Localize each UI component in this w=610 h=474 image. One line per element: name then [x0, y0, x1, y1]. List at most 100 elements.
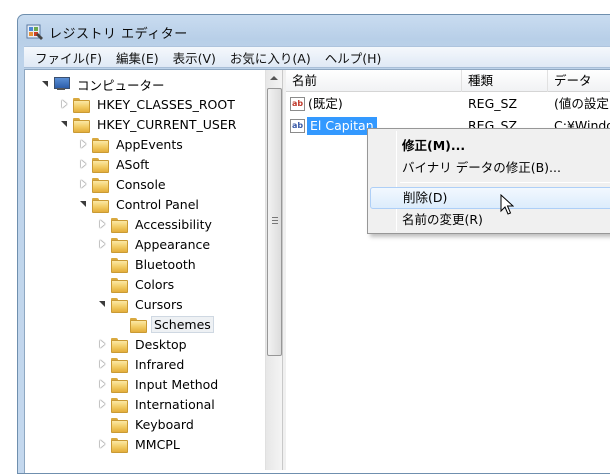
- context-rename[interactable]: 名前の変更(R): [370, 209, 610, 231]
- menu-edit[interactable]: 編集(E): [109, 48, 166, 67]
- value-type: REG_SZ: [468, 96, 518, 111]
- folder-icon: [92, 197, 109, 213]
- menu-file[interactable]: ファイル(F): [28, 48, 109, 67]
- mouse-pointer-icon: [500, 194, 514, 215]
- folder-icon: [111, 437, 128, 453]
- value-name: (既定): [308, 96, 343, 111]
- folder-icon: [73, 117, 90, 133]
- folder-icon: [73, 97, 90, 113]
- string-value-icon: ab: [290, 119, 305, 133]
- tree-item-keyboard[interactable]: Keyboard: [98, 414, 197, 434]
- context-modify-binary[interactable]: バイナリ データの修正(B)...: [370, 157, 610, 179]
- column-header-data[interactable]: データ: [548, 70, 610, 92]
- tree-item-computer[interactable]: コンピューター: [41, 74, 168, 94]
- scroll-up-arrow-icon[interactable]: [266, 70, 282, 86]
- value-data: (値の設定な: [554, 96, 610, 111]
- tree-item-appearance[interactable]: Appearance: [98, 234, 213, 254]
- tree-item-label: Console: [116, 176, 166, 192]
- tree-item-label: Desktop: [135, 336, 187, 352]
- tree-item-label: MMCPL: [135, 436, 180, 452]
- context-delete[interactable]: 削除(D): [370, 187, 610, 209]
- menu-view[interactable]: 表示(V): [166, 48, 223, 67]
- tree-item-accessibility[interactable]: Accessibility: [98, 214, 215, 234]
- folder-icon: [92, 177, 109, 193]
- tree-item-label: Bluetooth: [135, 256, 196, 272]
- tree-item-label: Control Panel: [116, 196, 199, 212]
- tree-item-bluetooth[interactable]: Bluetooth: [98, 254, 199, 274]
- tree-item-hkey-classes-root[interactable]: HKEY_CLASSES_ROOT: [60, 94, 238, 114]
- tree-item-label: コンピューター: [77, 77, 165, 93]
- folder-icon: [111, 277, 128, 293]
- tree-item-console[interactable]: Console: [79, 174, 169, 194]
- folder-icon: [111, 257, 128, 273]
- column-header-name[interactable]: 名前: [286, 70, 462, 92]
- menu-bar: ファイル(F) 編集(E) 表示(V) お気に入り(A) ヘルプ(H): [24, 46, 610, 68]
- tree-item-label: Keyboard: [135, 416, 194, 432]
- tree-item-cursors[interactable]: Cursors: [98, 294, 186, 314]
- value-row[interactable]: ab (既定) REG_SZ (値の設定な: [286, 94, 610, 114]
- registry-editor-window: レジストリ エディター ファイル(F) 編集(E) 表示(V) お気に入り(A)…: [17, 14, 610, 474]
- menu-help[interactable]: ヘルプ(H): [318, 48, 389, 67]
- registry-tree: コンピューター HKEY_CLASSES_ROOT HKEY_CURRENT_US…: [25, 70, 265, 470]
- folder-icon: [111, 297, 128, 313]
- list-header: 名前 種類 データ: [286, 70, 610, 92]
- tree-item-infrared[interactable]: Infrared: [98, 354, 187, 374]
- folder-icon: [111, 357, 128, 373]
- expand-arrow-icon[interactable]: [79, 139, 89, 149]
- expand-arrow-icon[interactable]: [79, 159, 89, 169]
- folder-icon: [111, 377, 128, 393]
- expand-arrow-icon[interactable]: [98, 219, 108, 229]
- tree-item-international[interactable]: International: [98, 394, 218, 414]
- tree-item-control-panel[interactable]: Control Panel: [79, 194, 202, 214]
- collapse-arrow-icon[interactable]: [79, 199, 89, 209]
- tree-item-label: Accessibility: [135, 216, 212, 232]
- expand-arrow-icon[interactable]: [60, 99, 70, 109]
- tree-item-label: Colors: [135, 276, 175, 292]
- folder-icon: [111, 217, 128, 233]
- folder-icon: [92, 137, 109, 153]
- context-menu: 修正(M)... バイナリ データの修正(B)... 削除(D) 名前の変更(R…: [367, 128, 610, 234]
- expand-arrow-icon[interactable]: [98, 359, 108, 369]
- expand-arrow-icon[interactable]: [98, 399, 108, 409]
- tree-item-label: Input Method: [135, 376, 219, 392]
- tree-item-input-method[interactable]: Input Method: [98, 374, 221, 394]
- expand-arrow-icon[interactable]: [79, 179, 89, 189]
- tree-item-label: HKEY_CURRENT_USER: [97, 116, 237, 132]
- tree-item-schemes[interactable]: Schemes: [117, 314, 214, 334]
- tree-item-label: Cursors: [135, 296, 183, 312]
- tree-item-label: ASoft: [116, 156, 150, 172]
- scrollbar-thumb[interactable]: [267, 88, 282, 356]
- tree-item-label: International: [135, 396, 215, 412]
- collapse-arrow-icon[interactable]: [60, 119, 70, 129]
- tree-item-appevents[interactable]: AppEvents: [79, 134, 186, 154]
- expand-arrow-icon[interactable]: [98, 439, 108, 449]
- folder-icon: [111, 397, 128, 413]
- folder-icon: [111, 337, 128, 353]
- tree-item-desktop[interactable]: Desktop: [98, 334, 190, 354]
- title-bar[interactable]: レジストリ エディター: [18, 15, 610, 49]
- expand-arrow-icon[interactable]: [98, 239, 108, 249]
- expand-arrow-icon[interactable]: [98, 339, 108, 349]
- context-modify[interactable]: 修正(M)...: [370, 135, 610, 157]
- window-title: レジストリ エディター: [49, 27, 188, 42]
- column-header-type[interactable]: 種類: [462, 70, 548, 92]
- collapse-arrow-icon[interactable]: [41, 79, 51, 89]
- folder-icon: [92, 157, 109, 173]
- tree-item-label: Infrared: [135, 356, 185, 372]
- tree-item-mmcpl[interactable]: MMCPL: [98, 434, 183, 454]
- collapse-arrow-icon[interactable]: [98, 299, 108, 309]
- tree-vertical-scrollbar[interactable]: [265, 70, 282, 470]
- folder-icon: [111, 417, 128, 433]
- folder-icon: [111, 237, 128, 253]
- string-value-icon: ab: [290, 97, 305, 111]
- tree-item-asoft[interactable]: ASoft: [79, 154, 152, 174]
- tree-item-colors[interactable]: Colors: [98, 274, 177, 294]
- menu-favorites[interactable]: お気に入り(A): [223, 48, 318, 67]
- tree-item-label: Appearance: [135, 236, 211, 252]
- tree-item-hkey-current-user[interactable]: HKEY_CURRENT_USER: [60, 114, 239, 134]
- expand-arrow-icon[interactable]: [98, 379, 108, 389]
